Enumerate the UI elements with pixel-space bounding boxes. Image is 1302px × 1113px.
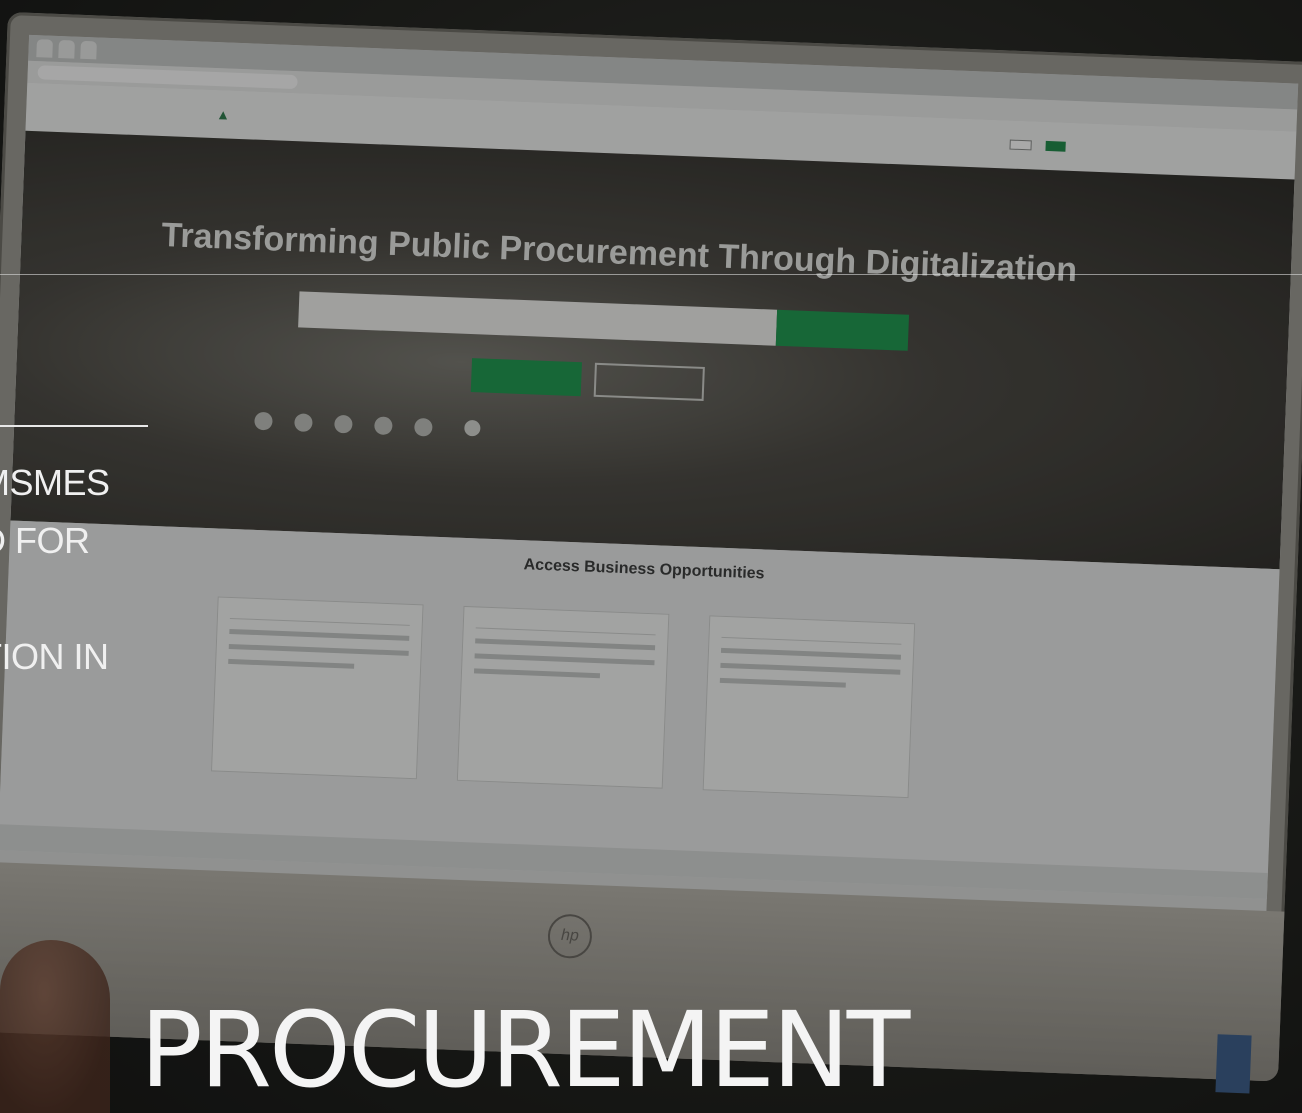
accent-rule <box>0 425 148 427</box>
side-text-line: MSMES <box>0 462 110 503</box>
divider-line <box>0 274 1302 275</box>
side-text-line: D FOR <box>0 520 90 561</box>
headline: PROCUREMENT <box>140 989 910 1111</box>
side-text-line: TION IN <box>0 636 109 677</box>
photo-stage: ▲ Transforming Public Procurement Throug… <box>0 0 1302 1113</box>
dark-overlay <box>0 0 1302 1113</box>
